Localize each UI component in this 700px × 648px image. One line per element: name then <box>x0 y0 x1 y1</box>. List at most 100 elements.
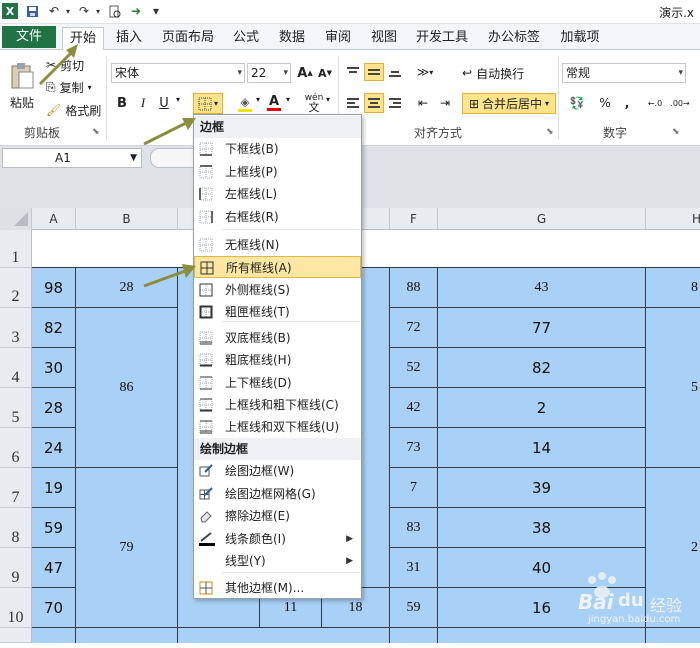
table-cell[interactable] <box>646 628 700 643</box>
table-cell[interactable]: 83 <box>390 508 438 548</box>
align-middle-button[interactable] <box>364 63 384 81</box>
table-cell[interactable]: 88 <box>390 268 438 308</box>
print-preview-icon[interactable] <box>106 3 122 19</box>
column-header[interactable]: G <box>438 208 646 230</box>
table-cell[interactable]: 59 <box>32 508 76 548</box>
copy-button[interactable]: ⎘ 复制 ▾ <box>46 78 92 96</box>
fill-color-button[interactable]: ◈ <box>234 93 256 113</box>
table-cell[interactable]: 77 <box>438 308 646 348</box>
excel-app-icon[interactable]: X <box>2 3 18 19</box>
table-cell[interactable]: 72 <box>390 308 438 348</box>
orientation-button[interactable]: ≫ ▾ <box>414 63 436 81</box>
row-header[interactable]: 2 <box>0 268 32 308</box>
menu-item-right-border[interactable]: 右框线(R) <box>194 206 361 228</box>
row-header[interactable]: 8 <box>0 508 32 548</box>
tab-home[interactable]: 开始 <box>62 27 104 51</box>
menu-item-line-style[interactable]: 线型(Y) ▶ <box>194 550 361 572</box>
percent-button[interactable]: % <box>598 93 612 113</box>
merged-cell[interactable]: 86 <box>76 308 178 468</box>
menu-item-no-border[interactable]: 无框线(N) <box>194 234 361 256</box>
merged-cell[interactable]: 79 <box>76 468 178 628</box>
tab-file[interactable]: 文件 <box>2 26 56 48</box>
tab-insert[interactable]: 插入 <box>112 27 146 50</box>
merged-cell[interactable]: 5 <box>646 308 700 468</box>
menu-item-left-border[interactable]: 左框线(L) <box>194 183 361 205</box>
menu-item-top-border[interactable]: 上框线(P) <box>194 161 361 183</box>
table-cell[interactable] <box>438 628 646 643</box>
tab-data[interactable]: 数据 <box>274 27 310 50</box>
cut-button[interactable]: ✂ 剪切 <box>46 56 84 74</box>
dialog-launcher-icon[interactable]: ⬊ <box>546 127 554 137</box>
menu-item-double-bottom-border[interactable]: 双底框线(B) <box>194 327 361 349</box>
font-size-combo[interactable]: 22 ▾ <box>247 63 291 83</box>
dialog-launcher-icon[interactable]: ⬊ <box>672 127 680 137</box>
align-top-button[interactable] <box>344 63 362 81</box>
row-header[interactable]: 7 <box>0 468 32 508</box>
comma-button[interactable]: , <box>620 93 634 113</box>
table-cell[interactable]: 14 <box>438 428 646 468</box>
table-cell[interactable]: 28 <box>76 268 178 308</box>
chevron-down-icon[interactable]: ▾ <box>326 95 330 104</box>
borders-button[interactable]: ▾ <box>193 93 223 114</box>
menu-item-all-borders[interactable]: 所有框线(A) <box>194 256 361 278</box>
tab-developer[interactable]: 开发工具 <box>412 27 472 50</box>
row-header[interactable]: 6 <box>0 428 32 468</box>
table-cell[interactable]: 82 <box>438 348 646 388</box>
merge-center-button[interactable]: ⊞ 合并后居中 ▾ <box>462 93 556 114</box>
redo-dropdown-icon[interactable]: ▾ <box>90 3 106 19</box>
chevron-down-icon[interactable]: ▾ <box>286 95 290 104</box>
table-cell[interactable]: 31 <box>390 548 438 588</box>
phonetic-button[interactable]: wén 文 <box>303 93 325 114</box>
table-cell[interactable] <box>32 628 76 643</box>
number-format-combo[interactable]: 常规 ▾ <box>562 63 686 83</box>
table-cell[interactable]: 43 <box>438 268 646 308</box>
row-header[interactable]: 1 <box>0 230 32 268</box>
tab-addins[interactable]: 加载项 <box>556 27 604 50</box>
column-header[interactable]: A <box>32 208 76 230</box>
table-cell[interactable]: 7 <box>390 468 438 508</box>
italic-button[interactable]: I <box>134 93 152 113</box>
forward-icon[interactable]: ➜ <box>128 3 144 19</box>
column-header[interactable]: B <box>76 208 178 230</box>
table-cell[interactable]: 70 <box>32 588 76 628</box>
menu-item-draw-border-grid[interactable]: 绘图边框网格(G) <box>194 483 361 505</box>
accounting-format-button[interactable]: 💱 <box>566 93 588 113</box>
decrease-decimal-button[interactable]: .00→ <box>670 93 690 113</box>
tab-page-layout[interactable]: 页面布局 <box>158 27 218 50</box>
chevron-down-icon[interactable]: ▾ <box>256 95 260 104</box>
row-header[interactable] <box>0 628 32 643</box>
row-header[interactable]: 10 <box>0 588 32 628</box>
table-cell[interactable]: 73 <box>390 428 438 468</box>
align-right-button[interactable] <box>386 93 404 113</box>
table-row[interactable] <box>32 230 700 268</box>
grow-font-button[interactable]: A ▲ <box>296 63 314 83</box>
menu-item-eraser[interactable]: 擦除边框(E) <box>194 505 361 527</box>
customize-qat-icon[interactable]: ▾ <box>148 3 164 19</box>
column-header[interactable]: F <box>390 208 438 230</box>
row-header[interactable]: 3 <box>0 308 32 348</box>
menu-item-thick-bottom-border[interactable]: 粗底框线(H) <box>194 349 361 371</box>
increase-indent-button[interactable]: ⇥ <box>436 93 454 113</box>
name-box[interactable]: A1 ▼ <box>2 148 142 168</box>
dialog-launcher-icon[interactable]: ⬊ <box>92 127 100 137</box>
table-cell[interactable]: 42 <box>390 388 438 428</box>
menu-item-draw-border[interactable]: 绘图边框(W) <box>194 460 361 482</box>
decrease-indent-button[interactable]: ⇤ <box>414 93 432 113</box>
underline-button[interactable]: U <box>155 93 173 113</box>
select-all-corner[interactable] <box>0 208 32 230</box>
tab-view[interactable]: 视图 <box>366 27 402 50</box>
table-cell[interactable]: 8 <box>646 268 700 308</box>
wrap-text-button[interactable]: ↩ 自动换行 <box>462 63 524 83</box>
tab-office-tab[interactable]: 办公标签 <box>484 27 544 50</box>
chevron-down-icon[interactable]: ▾ <box>237 64 242 82</box>
row-header[interactable]: 5 <box>0 388 32 428</box>
increase-decimal-button[interactable]: ←.0 <box>646 93 664 113</box>
menu-item-bottom-border[interactable]: 下框线(B) <box>194 138 361 160</box>
menu-item-more-borders[interactable]: 其他边框(M)... <box>194 577 361 599</box>
menu-item-thick-box-border[interactable]: 粗匣框线(T) <box>194 301 361 323</box>
align-bottom-button[interactable] <box>386 63 404 81</box>
save-icon[interactable] <box>24 3 40 19</box>
table-cell[interactable]: 59 <box>390 588 438 628</box>
chevron-down-icon[interactable]: ▼ <box>130 149 137 167</box>
chevron-down-icon[interactable]: ▾ <box>678 64 683 82</box>
